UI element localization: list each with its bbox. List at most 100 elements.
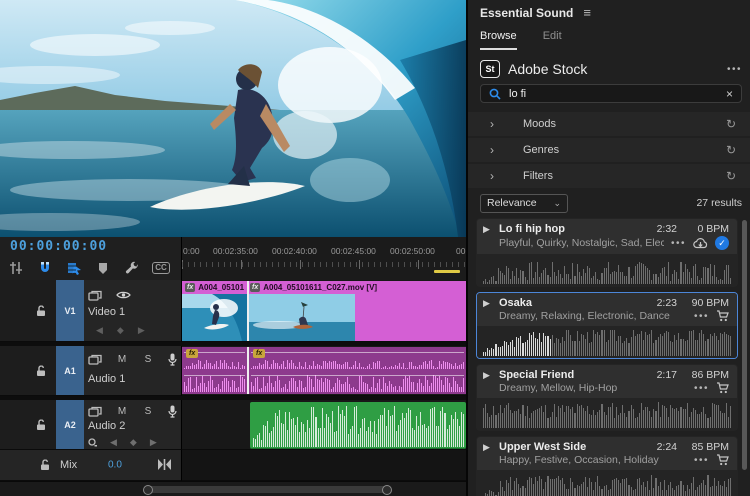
section-genres[interactable]: › Genres ↺ [468,138,750,162]
track-v1-content[interactable]: fx A004_05101 fx A004_05101611_C027.mov … [182,280,466,342]
play-icon[interactable]: ▶ [483,224,493,235]
track-a2-target[interactable]: A2 [56,400,84,449]
reset-icon[interactable]: ↺ [726,169,736,183]
more-options-icon[interactable]: ••• [694,311,709,322]
solo-button[interactable]: S [142,406,154,417]
lock-icon[interactable] [36,365,46,376]
cart-icon[interactable] [716,310,729,322]
scrollbar-handle-left[interactable] [143,485,153,495]
keyframe-icon[interactable]: ◆ [117,325,124,336]
source-patch-icon[interactable] [88,406,102,417]
tab-browse[interactable]: Browse [480,30,517,50]
sort-dropdown[interactable]: Relevance ⌄ [480,194,568,213]
track-a2-header: A2 M S Audio 2 ◀ ◆ [0,400,182,450]
prev-keyframe-icon[interactable]: ◀ [96,325,103,336]
mix-track-name[interactable]: Mix [60,459,77,471]
more-options-icon[interactable]: ••• [694,383,709,394]
fx-badge: fx [186,349,198,358]
section-moods[interactable]: › Moods ↺ [468,112,750,136]
more-options-icon[interactable]: ••• [694,455,709,466]
program-monitor [0,0,466,237]
lock-icon[interactable] [36,305,46,316]
result-card[interactable]: ▶ Special Friend 2:17 86 BPM Dreamy, Mel… [476,364,738,431]
toggle-track-output-eye-icon[interactable] [116,290,131,300]
reset-icon[interactable]: ↺ [726,143,736,157]
chevron-right-icon: › [490,169,494,183]
mix-volume-value[interactable]: 0.0 [108,460,122,471]
ruler-ticks [182,262,466,267]
panel-menu-icon[interactable]: ≡ [583,5,591,20]
video-clip[interactable]: fx A004_05101 fx A004_05101611_C027.mov … [182,281,466,341]
panel-scrollbar[interactable] [742,220,747,470]
timeline-ruler[interactable]: 0:00 00:02:35:00 00:02:40:00 00:02:45:00… [182,237,466,280]
timeline-zoom-scrollbar[interactable] [0,481,466,496]
search-input[interactable]: lo fi [509,88,718,100]
clear-search-icon[interactable]: × [726,87,733,101]
source-patch-icon[interactable] [88,354,102,365]
adobe-stock-label: Adobe Stock [508,61,587,77]
track-a1-target[interactable]: A1 [56,346,84,395]
dragged-audio-clip[interactable] [250,402,466,449]
section-filters[interactable]: › Filters ↺ [468,164,750,188]
fx-badge: fx [185,283,195,292]
voiceover-mic-icon[interactable] [168,405,177,418]
track-v1-header: V1 Video 1 ◀ ◆ ▶ [0,280,182,342]
result-card[interactable]: ▶ Upper West Side 2:24 85 BPM Happy, Fes… [476,436,738,496]
playhead-timecode[interactable]: 00:00:00:00 [10,239,107,254]
scrollbar-thumb[interactable] [145,486,391,493]
track-v1-target[interactable]: V1 [56,280,84,341]
captions-icon[interactable]: CC [153,260,169,276]
track-a1-content[interactable]: fx fx [182,346,466,396]
audio-clip[interactable]: fx [249,347,466,394]
clip-thumbnail [249,294,355,341]
nest-sequence-icon[interactable] [8,260,24,276]
write-keyframes-icon[interactable] [88,438,97,447]
cloud-download-icon[interactable] [693,238,708,249]
result-card[interactable]: ▶ Lo fi hip hop 2:32 0 BPM Playful, Quir… [476,218,738,287]
tab-edit[interactable]: Edit [543,30,562,50]
chevron-right-icon: › [490,143,494,157]
voiceover-mic-icon[interactable] [168,353,177,366]
audio-clip[interactable]: fx [182,347,247,394]
cart-icon[interactable] [716,454,729,466]
search-box[interactable]: lo fi × [480,84,742,103]
mute-button[interactable]: M [116,406,128,417]
scrollbar-handle-right[interactable] [382,485,392,495]
lock-icon[interactable] [36,419,46,430]
cart-icon[interactable] [716,382,729,394]
marker-icon[interactable] [95,260,111,276]
waveform-preview[interactable] [477,254,737,286]
wrench-icon[interactable] [124,260,140,276]
license-check-icon: ✓ [715,236,729,250]
track-tags: Playful, Quirky, Nostalgic, Sad, Electro… [499,237,664,249]
play-icon[interactable]: ▶ [483,298,493,309]
fit-clip-icon[interactable] [158,459,171,470]
ruler-label: 00:02:45:00 [331,246,376,256]
play-icon[interactable]: ▶ [483,442,493,453]
linked-selection-icon[interactable] [66,260,82,276]
reset-icon[interactable]: ↺ [726,117,736,131]
track-a2-name[interactable]: Audio 2 [88,420,125,432]
source-patch-icon[interactable] [88,290,102,301]
snap-magnet-icon[interactable] [37,260,53,276]
next-keyframe-icon[interactable]: ▶ [138,325,145,336]
more-options-icon[interactable]: ••• [671,238,686,249]
mute-button[interactable]: M [116,354,128,365]
track-a2-content[interactable] [182,400,466,450]
track-v1-name[interactable]: Video 1 [88,306,125,318]
keyframe-icon[interactable]: ◆ [130,437,137,448]
more-options-icon[interactable]: ••• [727,64,742,75]
solo-button[interactable]: S [142,354,154,365]
waveform-preview[interactable] [477,470,737,496]
prev-keyframe-icon[interactable]: ◀ [110,437,117,448]
waveform-preview[interactable] [477,398,737,430]
waveform-preview[interactable] [477,326,737,358]
results-list: ▶ Lo fi hip hop 2:32 0 BPM Playful, Quir… [476,218,738,496]
next-keyframe-icon[interactable]: ▶ [150,437,157,448]
result-card-selected[interactable]: ▶ Osaka 2:23 90 BPM Dreamy, Relaxing, El… [476,292,738,359]
play-icon[interactable]: ▶ [483,370,493,381]
sequence-marker[interactable] [434,270,460,273]
track-a1-name[interactable]: Audio 1 [88,373,125,385]
lock-icon[interactable] [40,460,50,471]
chevron-down-icon: ⌄ [553,198,561,209]
